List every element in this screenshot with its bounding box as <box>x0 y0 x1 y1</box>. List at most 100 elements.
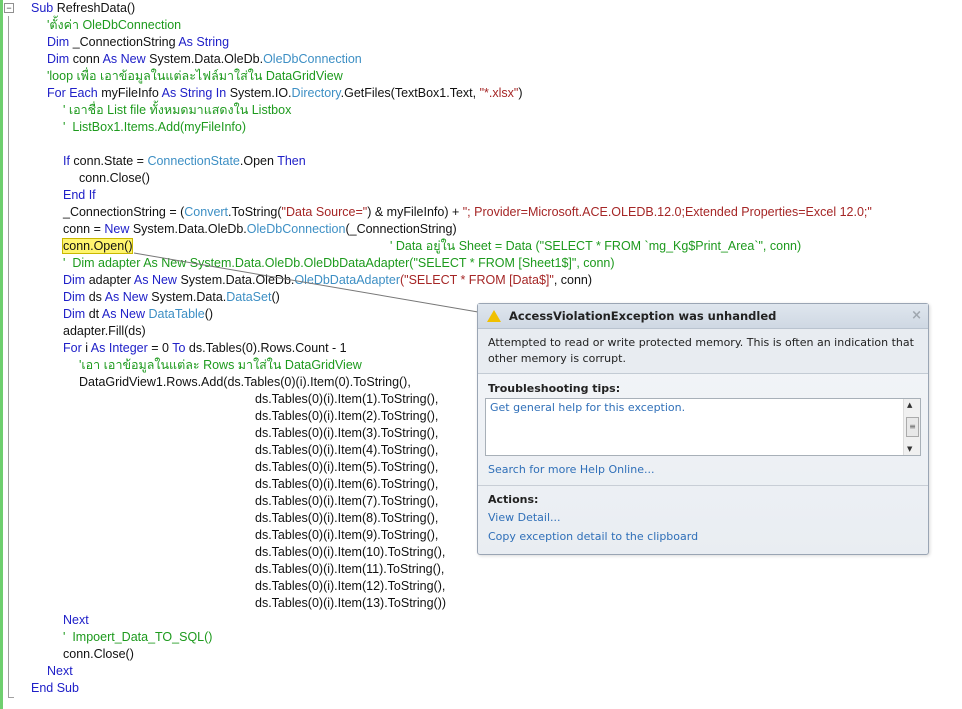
code-token: ) <box>518 86 523 100</box>
code-token: Dim <box>63 307 89 321</box>
code-line[interactable]: conn = New System.Data.OleDb.OleDbConnec… <box>63 221 457 238</box>
code-line[interactable]: ' Impoert_Data_TO_SQL() <box>63 629 212 646</box>
view-detail-link[interactable]: View Detail... <box>478 508 928 527</box>
collapse-toggle-icon[interactable]: − <box>4 3 14 13</box>
code-token: End If <box>63 188 96 202</box>
code-line[interactable]: Dim _ConnectionString As String <box>47 34 229 51</box>
code-line[interactable]: Dim conn As New System.Data.OleDb.OleDbC… <box>47 51 362 68</box>
code-line[interactable]: For i As Integer = 0 To ds.Tables(0).Row… <box>63 340 347 357</box>
changed-lines-margin <box>0 0 3 709</box>
code-token: conn <box>72 52 103 66</box>
code-line[interactable]: ' ListBox1.Items.Add(myFileInfo) <box>63 119 246 136</box>
code-line[interactable]: Dim ds As New System.Data.DataSet() <box>63 289 280 306</box>
code-line[interactable]: ds.Tables(0)(i).Item(4).ToString(), <box>255 442 438 459</box>
code-token: As New <box>102 52 150 66</box>
general-help-link[interactable]: Get general help for this exception. <box>490 401 685 414</box>
code-token: DataGridView1.Rows.Add(ds.Tables(0)(i).I… <box>79 375 411 389</box>
code-token: ds.Tables(0)(i).Item(2).ToString(), <box>255 409 439 423</box>
code-line[interactable]: 'loop เพื่อ เอาข้อมูลในแต่ละไฟล์มาใส่ใน … <box>47 68 343 85</box>
code-token: ds.Tables(0).Rows.Count - 1 <box>188 341 347 355</box>
code-line[interactable]: ds.Tables(0)(i).Item(9).ToString(), <box>255 527 438 544</box>
code-token: conn.Close() <box>63 647 134 661</box>
code-token: conn.Close() <box>79 171 150 185</box>
copy-exception-link[interactable]: Copy exception detail to the clipboard <box>478 527 928 546</box>
code-token: System.Data. <box>151 290 227 304</box>
code-line[interactable]: ds.Tables(0)(i).Item(1).ToString(), <box>255 391 438 408</box>
code-line[interactable]: ds.Tables(0)(i).Item(5).ToString(), <box>255 459 438 476</box>
code-token: 'เอา เอาข้อมูลในแต่ละ Rows มาใส่ใน DataG… <box>79 358 362 372</box>
code-token: Next <box>47 664 73 678</box>
search-help-online-link[interactable]: Search for more Help Online... <box>478 460 928 479</box>
code-line[interactable]: ' Dim adapter As New System.Data.OleDb.O… <box>63 255 615 272</box>
code-line[interactable]: ds.Tables(0)(i).Item(13).ToString()) <box>255 595 446 612</box>
code-line[interactable]: End Sub <box>31 680 79 697</box>
code-token: myFileInfo <box>101 86 162 100</box>
code-token: adapter.Fill(ds) <box>63 324 146 338</box>
code-token: As New <box>104 290 152 304</box>
code-line[interactable]: Next <box>63 612 89 629</box>
code-token: ds <box>88 290 105 304</box>
code-token: System.Data.OleDb. <box>149 52 264 66</box>
warning-icon <box>487 310 501 322</box>
scroll-down-icon[interactable]: ▼ <box>907 445 912 453</box>
outline-line <box>8 16 9 698</box>
code-line[interactable]: If conn.State = ConnectionState.Open The… <box>63 153 306 170</box>
code-token: ds.Tables(0)(i).Item(5).ToString(), <box>255 460 439 474</box>
code-line[interactable]: ds.Tables(0)(i).Item(2).ToString(), <box>255 408 438 425</box>
code-line[interactable]: ds.Tables(0)(i).Item(8).ToString(), <box>255 510 438 527</box>
code-token: .GetFiles(TextBox1.Text, <box>340 86 480 100</box>
code-token: DataTable <box>148 307 205 321</box>
code-token: As Integer <box>90 341 152 355</box>
code-line[interactable]: ds.Tables(0)(i).Item(7).ToString(), <box>255 493 438 510</box>
inline-comment: ' Data อยู่ใน Sheet = Data ("SELECT * FR… <box>390 239 802 253</box>
code-line[interactable]: Next <box>47 663 73 680</box>
code-token: ds.Tables(0)(i).Item(6).ToString(), <box>255 477 439 491</box>
code-line[interactable]: End If <box>63 187 96 204</box>
code-line[interactable]: Dim adapter As New System.Data.OleDb.Ole… <box>63 272 592 289</box>
code-line[interactable]: DataGridView1.Rows.Add(ds.Tables(0)(i).I… <box>79 374 411 391</box>
tips-scrollbar[interactable]: ▲ ≡ ▼ <box>903 399 920 455</box>
close-icon[interactable]: × <box>911 308 922 323</box>
code-token: End Sub <box>31 681 79 695</box>
code-token: ' ListBox1.Items.Add(myFileInfo) <box>63 120 247 134</box>
code-line[interactable]: ds.Tables(0)(i).Item(10).ToString(), <box>255 544 445 561</box>
code-line[interactable]: 'ตั้งค่า OleDbConnection <box>47 17 181 34</box>
code-token: () <box>271 290 280 304</box>
code-line[interactable]: _ConnectionString = (Convert.ToString("D… <box>63 204 872 221</box>
code-line[interactable]: ds.Tables(0)(i).Item(3).ToString(), <box>255 425 438 442</box>
code-line[interactable]: conn.Open() ' Data อยู่ใน Sheet = Data ("… <box>61 238 801 255</box>
code-line[interactable]: ds.Tables(0)(i).Item(11).ToString(), <box>255 561 444 578</box>
scroll-thumb[interactable]: ≡ <box>906 417 919 437</box>
code-line[interactable]: 'เอา เอาข้อมูลในแต่ละ Rows มาใส่ใน DataG… <box>79 357 362 374</box>
code-line[interactable]: conn.Close() <box>63 646 134 663</box>
code-token: System.Data.OleDb. <box>180 273 295 287</box>
code-token: OleDbConnection <box>263 52 362 66</box>
code-token: ' Impoert_Data_TO_SQL() <box>63 630 213 644</box>
code-token: conn.State = <box>73 154 148 168</box>
code-token: ds.Tables(0)(i).Item(9).ToString(), <box>255 528 439 542</box>
code-line[interactable]: ' เอาชื่อ List file ทั้งหมดมาแสดงใน List… <box>63 102 291 119</box>
code-token: As String In <box>161 86 230 100</box>
code-token: Dim <box>63 290 89 304</box>
code-line[interactable]: ds.Tables(0)(i).Item(6).ToString(), <box>255 476 438 493</box>
code-token: Next <box>63 613 89 627</box>
code-line[interactable]: Sub RefreshData() <box>31 0 135 17</box>
code-token: () <box>204 307 214 321</box>
code-line[interactable]: ds.Tables(0)(i).Item(12).ToString(), <box>255 578 445 595</box>
divider <box>478 485 928 486</box>
code-token: Then <box>277 154 306 168</box>
code-token: ds.Tables(0)(i).Item(10).ToString(), <box>255 545 446 559</box>
code-line[interactable]: conn.Close() <box>79 170 150 187</box>
code-line[interactable]: Dim dt As New DataTable() <box>63 306 213 323</box>
code-token: Dim <box>47 52 73 66</box>
code-token: Dim <box>63 273 89 287</box>
code-token: (_ConnectionString) <box>345 222 457 236</box>
scroll-up-icon[interactable]: ▲ <box>907 401 912 409</box>
code-line[interactable]: For Each myFileInfo As String In System.… <box>47 85 523 102</box>
code-token: ds.Tables(0)(i).Item(11).ToString(), <box>255 562 445 576</box>
code-token: For Each <box>47 86 102 100</box>
code-line[interactable]: adapter.Fill(ds) <box>63 323 146 340</box>
code-token: .Open <box>239 154 278 168</box>
code-token: ds.Tables(0)(i).Item(4).ToString(), <box>255 443 439 457</box>
code-token: ' Dim adapter As New System.Data.OleDb.O… <box>63 256 615 270</box>
